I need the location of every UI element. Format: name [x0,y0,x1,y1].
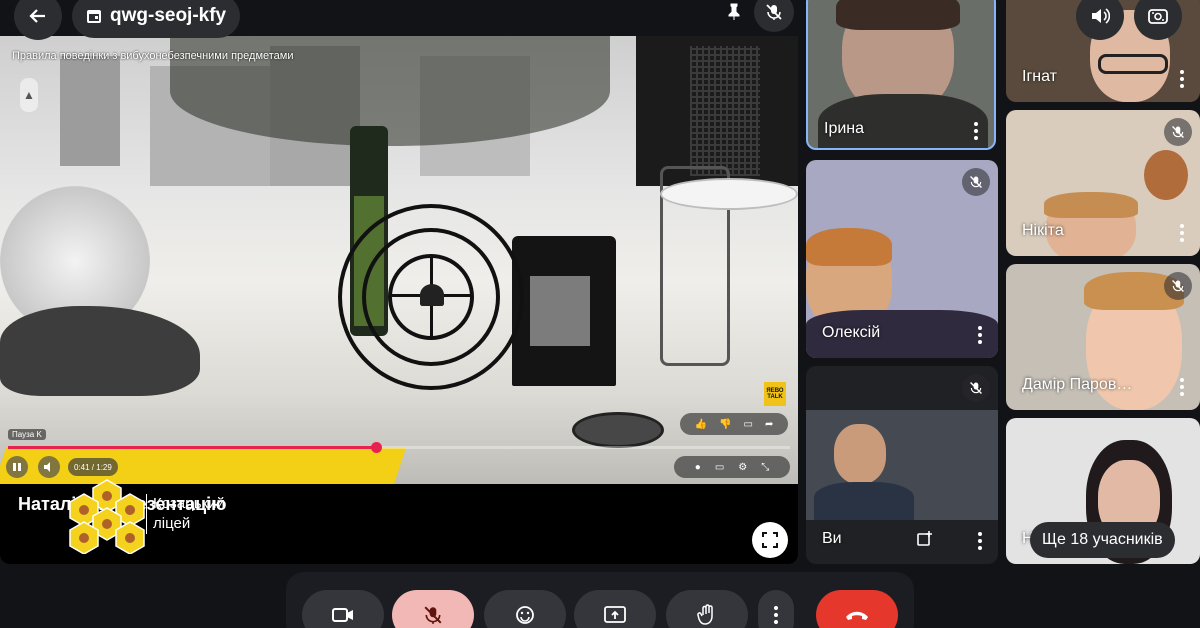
add-to-frame-icon [917,531,932,546]
participant-tile[interactable]: Дамір Паров… [1006,264,1200,410]
participant-more-button[interactable] [1178,224,1186,242]
hangup-icon [846,611,868,620]
raise-hand-icon [697,604,713,625]
bomb-object [420,284,444,306]
self-view-button[interactable] [914,528,936,550]
pause-hint: Пауза K [8,429,46,440]
participant-more-button[interactable] [1178,70,1186,88]
arrow-left-icon [29,9,45,23]
back-button[interactable] [14,0,62,40]
camera-toggle-button[interactable] [302,590,384,628]
participant-face [834,424,886,484]
participant-hair [836,0,960,30]
school-name-line2: ліцей [153,515,191,532]
glasses [1098,54,1168,74]
participant-hair [806,228,892,266]
participant-name: Ви [822,530,842,547]
leave-call-button[interactable] [816,590,898,628]
video-time: 0:41 / 1:29 [68,458,118,476]
pin-button[interactable] [714,0,754,32]
emoji-icon [516,606,534,624]
reactions-button[interactable] [484,590,566,628]
mic-muted-indicator [962,168,990,196]
mic-off-icon [970,382,982,394]
participant-name: Ірина [824,120,865,137]
volume-icon [44,462,50,472]
mic-off-icon [970,176,982,188]
channel-logo: ЯЕВО TALK [764,382,786,406]
captions-icon[interactable]: ▭ [715,462,724,473]
mic-muted-indicator [1164,272,1192,300]
landmine-object [572,412,664,448]
trash-bin-panel [530,276,590,346]
participant-tile[interactable]: Ірина [806,0,996,150]
video-title: Правила поведінки з вибухонебезпечними п… [12,50,294,62]
participant-more-button[interactable] [1178,378,1186,396]
calendar-icon [87,10,101,23]
school-logo [69,479,145,554]
background-object [1144,150,1188,200]
call-controls [286,572,914,628]
more-participants-button[interactable]: Ще 18 учасників [1030,522,1175,558]
fullscreen-button[interactable] [752,522,788,558]
mic-off-icon [1172,280,1184,292]
presenter-mic-status [754,0,794,32]
participant-hair [1044,192,1138,218]
background-building [60,56,120,166]
video-settings-bar: ● ▭ ⚙ ⤡ [674,456,790,478]
settings-icon[interactable]: ⚙ [738,462,747,473]
more-vert-icon [774,606,778,624]
mic-muted-indicator [962,374,990,402]
participant-tile[interactable]: Олексій [806,160,998,358]
meet-app: Правила поведінки з вибухонебезпечними п… [0,0,1200,628]
participant-name: Олексій [822,324,881,341]
presentation-video[interactable]: Правила поведінки з вибухонебезпечними п… [0,36,798,484]
meeting-code: qwg-seoj-kfy [110,5,227,26]
school-name: Козацький ліцей [146,494,225,534]
participant-more-button[interactable] [972,122,980,140]
video-progress-fill [8,446,376,449]
yellow-paint-stroke [0,448,406,484]
present-screen-button[interactable] [574,590,656,628]
more-options-button[interactable] [758,590,794,628]
camera-icon [332,608,353,622]
video-progress-handle[interactable] [370,442,382,453]
participant-more-button[interactable] [976,326,984,344]
school-name-line1: Козацький [153,495,225,512]
pin-icon [728,3,740,20]
share-icon[interactable]: ➦ [765,419,773,430]
mic-off-icon [1172,126,1184,138]
present-icon [604,606,626,623]
autoplay-icon[interactable]: ● [695,462,701,473]
participant-name: Дамір Паров… [1022,376,1133,393]
meeting-code-pill[interactable]: qwg-seoj-kfy [72,0,241,38]
scroll-up-icon[interactable]: ▲ [20,78,38,112]
participant-name: Ігнат [1022,68,1057,85]
participant-more-button[interactable] [976,532,984,550]
dislike-icon[interactable]: 👎 [719,419,731,430]
participant-tile[interactable]: Нікіта [1006,110,1200,256]
volume-icon [1092,8,1110,24]
cafe-window [690,46,760,176]
mic-toggle-button[interactable] [392,590,474,628]
video-volume-button[interactable] [38,456,60,478]
switch-camera-icon [1148,9,1168,24]
cafe-table [660,178,798,210]
video-progress-bar[interactable] [8,442,790,453]
fullscreen-icon [762,532,778,548]
mic-muted-indicator [1164,118,1192,146]
pause-icon [13,463,21,471]
raise-hand-button[interactable] [666,590,748,628]
participant-tile-self[interactable]: Ви [806,366,998,564]
mic-off-icon [424,606,442,624]
rubble [0,306,200,396]
fullscreen-exit-icon[interactable]: ⤡ [761,462,769,473]
like-icon[interactable]: 👍 [695,419,707,430]
video-actions: 👍 👎 ▭ ➦ [680,413,788,435]
mic-off-icon [766,4,782,20]
participant-body [814,482,914,520]
participant-name: Нікіта [1022,222,1064,239]
pause-button[interactable] [6,456,28,478]
comment-icon[interactable]: ▭ [744,419,753,430]
